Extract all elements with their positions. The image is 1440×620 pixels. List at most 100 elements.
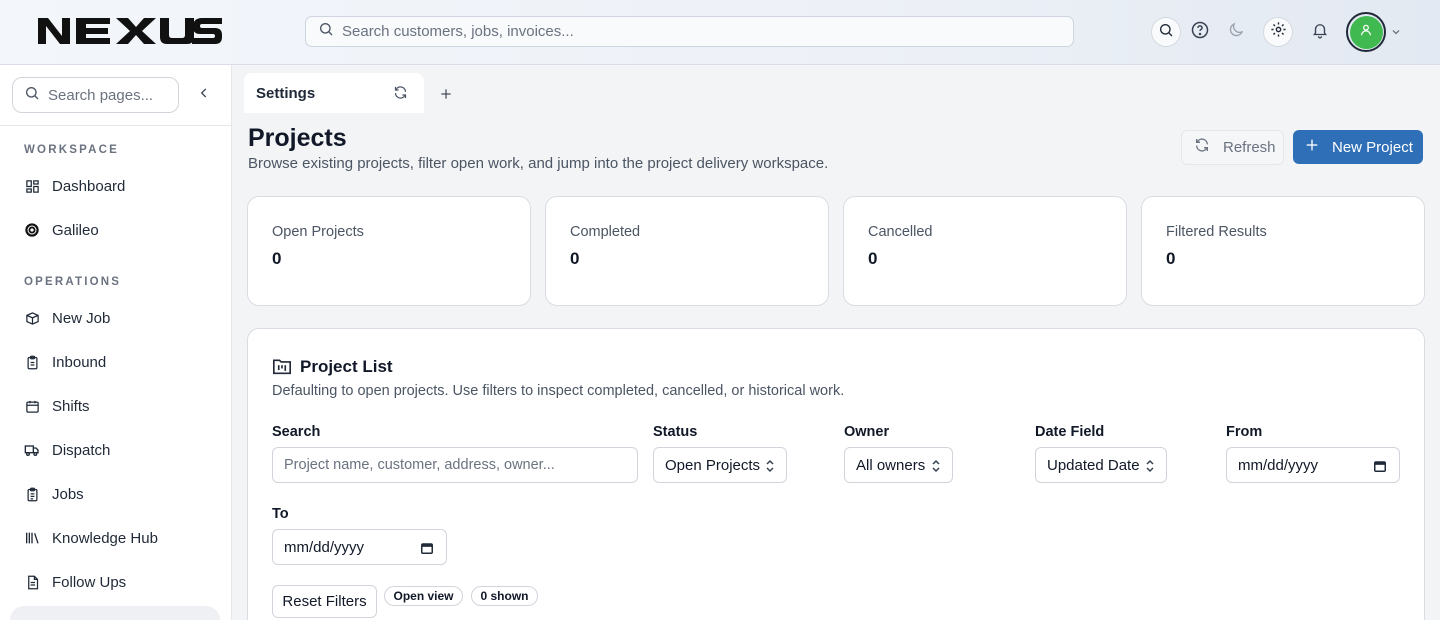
section-title-workspace: WORKSPACE: [24, 144, 119, 156]
stat-label: Cancelled: [868, 224, 933, 240]
sidebar-item-label: Shifts: [52, 397, 90, 415]
sidebar-item-inbound[interactable]: Inbound: [12, 344, 220, 380]
sidebar-item-label: Dispatch: [52, 441, 111, 459]
project-search-input[interactable]: [284, 457, 637, 473]
bell-icon: [1311, 21, 1329, 44]
refresh-button[interactable]: Refresh: [1181, 130, 1284, 165]
settings-button[interactable]: [1263, 17, 1293, 47]
box-icon: [24, 310, 40, 326]
plus-icon: [1304, 137, 1320, 158]
theme-toggle[interactable]: [1221, 17, 1251, 47]
sidebar-item-label: Dashboard: [52, 177, 126, 195]
chevron-down-icon[interactable]: [1390, 25, 1402, 43]
clipboard-list-icon: [24, 486, 40, 502]
add-tab-button[interactable]: [438, 88, 454, 104]
global-search[interactable]: [305, 16, 1074, 47]
search-button[interactable]: [1151, 17, 1181, 47]
new-project-button[interactable]: New Project: [1293, 130, 1423, 164]
user-avatar[interactable]: [1346, 12, 1386, 52]
view-badge: Open view: [384, 586, 463, 606]
sidebar-item-label: Inbound: [52, 353, 107, 371]
stat-value: 0: [272, 249, 282, 268]
sidebar-item-new-job[interactable]: New Job: [12, 300, 220, 336]
chevron-up-down-icon: [930, 459, 942, 477]
stat-card-filtered-results: Filtered Results 0: [1141, 196, 1425, 306]
stat-value: 0: [868, 249, 878, 268]
sidebar-item-label: Galileo: [52, 221, 99, 239]
date-field-filter-label: Date Field: [1035, 424, 1105, 440]
project-list-panel: Project List Defaulting to open projects…: [247, 328, 1425, 620]
stat-value: 0: [1166, 249, 1176, 268]
top-bar: [0, 0, 1440, 65]
clipboard-icon: [24, 354, 40, 370]
refresh-label: Refresh: [1223, 139, 1276, 156]
sidebar: WORKSPACE Dashboard Galileo OPERATIONS N…: [0, 65, 232, 620]
shown-count-badge: 0 shown: [471, 586, 538, 606]
help-button[interactable]: [1185, 17, 1215, 47]
to-date-field[interactable]: mm/dd/yyyy: [272, 529, 447, 565]
notifications-button[interactable]: [1305, 17, 1335, 47]
truck-icon: [24, 442, 40, 458]
nexus-logo[interactable]: [36, 14, 224, 48]
sidebar-item-dispatch[interactable]: Dispatch: [12, 432, 220, 468]
collapse-sidebar-button[interactable]: [194, 85, 214, 105]
search-icon: [24, 85, 40, 106]
status-filter-label: Status: [653, 424, 698, 440]
calendar-icon[interactable]: [420, 541, 434, 559]
chevron-up-down-icon: [1144, 459, 1156, 477]
page-title: Projects: [248, 124, 347, 152]
sidebar-item-follow-ups[interactable]: Follow Ups: [12, 564, 220, 600]
sidebar-item-label: Knowledge Hub: [52, 529, 158, 547]
user-icon: [1359, 23, 1373, 42]
status-select-value: Open Projects: [665, 456, 761, 474]
sidebar-divider: [0, 125, 231, 126]
to-date-value: mm/dd/yyyy: [284, 538, 365, 556]
owner-filter-label: Owner: [844, 424, 890, 440]
reload-tab-icon[interactable]: [393, 85, 408, 105]
calendar-icon: [24, 398, 40, 414]
from-date-field[interactable]: mm/dd/yyyy: [1226, 447, 1400, 483]
owner-select[interactable]: All owners: [844, 447, 953, 483]
to-filter-label: To: [272, 506, 289, 522]
page-search-input[interactable]: [48, 86, 168, 104]
stat-value: 0: [570, 249, 580, 268]
calendar-icon[interactable]: [1373, 459, 1387, 477]
sidebar-item-knowledge-hub[interactable]: Knowledge Hub: [12, 520, 220, 556]
date-field-select-value: Updated Date: [1047, 456, 1140, 474]
sidebar-item-shifts[interactable]: Shifts: [12, 388, 220, 424]
stat-card-open-projects: Open Projects 0: [247, 196, 531, 306]
date-field-select[interactable]: Updated Date: [1035, 447, 1167, 483]
sidebar-item-label: New Job: [52, 309, 111, 327]
from-date-value: mm/dd/yyyy: [1238, 456, 1319, 474]
plus-icon: [439, 87, 453, 106]
reset-filters-button[interactable]: Reset Filters: [272, 585, 377, 618]
gear-icon: [1270, 21, 1287, 43]
help-icon: [1190, 20, 1210, 45]
sidebar-item-jobs[interactable]: Jobs: [12, 476, 220, 512]
tab-label: Settings: [256, 84, 316, 102]
tab-settings[interactable]: Settings: [244, 73, 424, 113]
folder-kanban-icon: [272, 357, 292, 380]
search-icon: [1158, 22, 1174, 43]
from-filter-label: From: [1226, 424, 1263, 440]
project-search-field[interactable]: [272, 447, 638, 483]
owner-select-value: All owners: [856, 456, 926, 474]
search-filter-label: Search: [272, 424, 321, 440]
sidebar-item-galileo[interactable]: Galileo: [12, 212, 220, 248]
sidebar-item-dashboard[interactable]: Dashboard: [12, 168, 220, 204]
galileo-icon: [24, 222, 40, 238]
sidebar-item-partial[interactable]: [10, 606, 220, 620]
dashboard-icon: [24, 178, 40, 194]
status-select[interactable]: Open Projects: [653, 447, 787, 483]
section-title-operations: OPERATIONS: [24, 276, 122, 288]
page-search[interactable]: [12, 77, 179, 113]
chevron-up-down-icon: [764, 459, 776, 477]
global-search-input[interactable]: [342, 23, 1042, 40]
panel-description: Defaulting to open projects. Use filters…: [272, 383, 845, 399]
panel-title: Project List: [300, 357, 393, 376]
stat-label: Completed: [570, 224, 641, 240]
document-icon: [24, 574, 40, 590]
stat-card-completed: Completed 0: [545, 196, 829, 306]
search-icon: [318, 21, 334, 42]
stat-label: Open Projects: [272, 224, 364, 240]
